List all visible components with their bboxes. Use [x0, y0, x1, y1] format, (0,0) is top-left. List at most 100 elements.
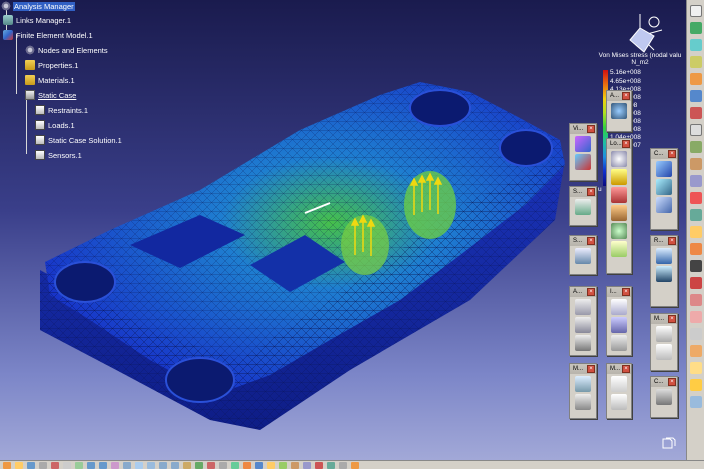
- boolean-icon[interactable]: [689, 396, 702, 408]
- zoom-out-icon[interactable]: [171, 461, 179, 469]
- constraint-icon[interactable]: [689, 107, 702, 119]
- render-icon[interactable]: [351, 461, 359, 469]
- tree-item-restraints[interactable]: Restraints.1: [35, 104, 89, 116]
- compute-icon[interactable]: [656, 161, 672, 177]
- close-icon[interactable]: ×: [622, 92, 630, 100]
- view-mode-icon[interactable]: [575, 136, 591, 152]
- swap-icon[interactable]: [231, 461, 239, 469]
- rotate-icon[interactable]: [147, 461, 155, 469]
- section-icon[interactable]: [575, 335, 591, 351]
- close-icon[interactable]: ×: [587, 125, 595, 133]
- toolbar-connection[interactable]: C... ×: [650, 376, 678, 418]
- measure-between-icon[interactable]: [255, 461, 263, 469]
- macro-icon[interactable]: [303, 461, 311, 469]
- groove-icon[interactable]: [689, 311, 702, 323]
- iso-view-icon[interactable]: [195, 461, 203, 469]
- toolbar-sensor[interactable]: S... ×: [569, 235, 597, 275]
- material-icon[interactable]: [611, 376, 627, 392]
- tree-item-nodes-and-elements[interactable]: Nodes and Elements: [25, 44, 109, 56]
- bearing-load-icon[interactable]: [611, 205, 627, 221]
- tree-item-analysis-manager[interactable]: Analysis Manager: [1, 0, 75, 12]
- toolbar-view[interactable]: Vi... ×: [569, 123, 597, 181]
- scale-icon[interactable]: [689, 362, 702, 374]
- measure-icon[interactable]: [689, 192, 702, 204]
- rib-icon[interactable]: [689, 175, 702, 187]
- property-icon[interactable]: [611, 394, 627, 410]
- sensor-icon[interactable]: [575, 248, 591, 264]
- toolbar-image[interactable]: I... ×: [606, 286, 632, 356]
- close-icon[interactable]: ×: [668, 315, 676, 323]
- close-icon[interactable]: ×: [668, 378, 676, 386]
- mesh-spec-icon[interactable]: [656, 326, 672, 342]
- tree-item-static-case[interactable]: Static Case: [25, 89, 77, 101]
- iso-icon[interactable]: [611, 299, 627, 315]
- extrema-icon[interactable]: [611, 335, 627, 351]
- toolbar-material[interactable]: M... ×: [606, 363, 632, 419]
- open-icon[interactable]: [15, 461, 23, 469]
- sheet-icon[interactable]: [662, 437, 676, 449]
- help-icon[interactable]: [111, 461, 119, 469]
- virtual-part-icon[interactable]: [575, 376, 591, 392]
- compass-icon[interactable]: [624, 10, 670, 56]
- save-icon[interactable]: [27, 461, 35, 469]
- chamfer-icon[interactable]: [689, 243, 702, 255]
- toolbar-model[interactable]: M... ×: [569, 363, 597, 419]
- formula-icon[interactable]: [327, 461, 335, 469]
- axis-icon[interactable]: [689, 124, 702, 136]
- close-icon[interactable]: ×: [668, 237, 676, 245]
- paste-icon[interactable]: [75, 461, 83, 469]
- part-icon[interactable]: [689, 22, 702, 34]
- mirror-icon[interactable]: [689, 345, 702, 357]
- close-icon[interactable]: ×: [622, 140, 630, 148]
- tree-item-finite-element-model[interactable]: Finite Element Model.1: [3, 29, 94, 41]
- deformed-view-icon[interactable]: [575, 154, 591, 170]
- shell-icon[interactable]: [689, 158, 702, 170]
- hole-icon[interactable]: [689, 277, 702, 289]
- zoom-icon[interactable]: [611, 103, 627, 119]
- moment-icon[interactable]: [611, 187, 627, 203]
- options-icon[interactable]: [339, 461, 347, 469]
- cut-icon[interactable]: [51, 461, 59, 469]
- select-icon[interactable]: [689, 5, 702, 17]
- toolbar-analysis-tools[interactable]: A... ×: [569, 286, 597, 356]
- toolbar-mesh[interactable]: M... ×: [650, 313, 678, 371]
- image-icon[interactable]: [656, 248, 672, 264]
- toolbar-results[interactable]: R... ×: [650, 235, 678, 307]
- inertia-icon[interactable]: [267, 461, 275, 469]
- pan-icon[interactable]: [135, 461, 143, 469]
- connection-icon[interactable]: [656, 389, 672, 405]
- print-icon[interactable]: [39, 461, 47, 469]
- pocket-icon[interactable]: [689, 294, 702, 306]
- mass-icon[interactable]: [575, 394, 591, 410]
- close-icon[interactable]: ×: [587, 237, 595, 245]
- translate-icon[interactable]: [689, 379, 702, 391]
- close-icon[interactable]: ×: [668, 150, 676, 158]
- mesh-size-icon[interactable]: [656, 344, 672, 360]
- zoom-in-icon[interactable]: [159, 461, 167, 469]
- knowledge-icon[interactable]: [315, 461, 323, 469]
- normal-view-icon[interactable]: [183, 461, 191, 469]
- tree-item-sensors[interactable]: Sensors.1: [35, 149, 83, 161]
- shading-icon[interactable]: [207, 461, 215, 469]
- sectioning-icon[interactable]: [279, 461, 287, 469]
- close-icon[interactable]: ×: [622, 288, 630, 296]
- tree-item-links-manager[interactable]: Links Manager.1: [3, 14, 72, 26]
- toolbar-loads[interactable]: Lo... ×: [606, 138, 632, 274]
- clamp-icon[interactable]: [575, 199, 591, 215]
- copy-icon[interactable]: [63, 461, 71, 469]
- temperature-icon[interactable]: [611, 241, 627, 257]
- toolbar-restraint[interactable]: S... ×: [569, 186, 597, 226]
- tree-item-static-case-solution[interactable]: Static Case Solution.1: [35, 134, 123, 146]
- tree-item-properties[interactable]: Properties.1: [25, 59, 79, 71]
- toolbar-compute[interactable]: C... ×: [650, 148, 678, 230]
- fillet-icon[interactable]: [689, 73, 702, 85]
- hide-show-icon[interactable]: [219, 461, 227, 469]
- redo-icon[interactable]: [99, 461, 107, 469]
- cut-plane-icon[interactable]: [611, 317, 627, 333]
- pad-icon[interactable]: [689, 56, 702, 68]
- tree-item-loads[interactable]: Loads.1: [35, 119, 76, 131]
- surface-icon[interactable]: [689, 90, 702, 102]
- measure-icon[interactable]: [575, 317, 591, 333]
- acceleration-icon[interactable]: [611, 223, 627, 239]
- catalog-icon[interactable]: [291, 461, 299, 469]
